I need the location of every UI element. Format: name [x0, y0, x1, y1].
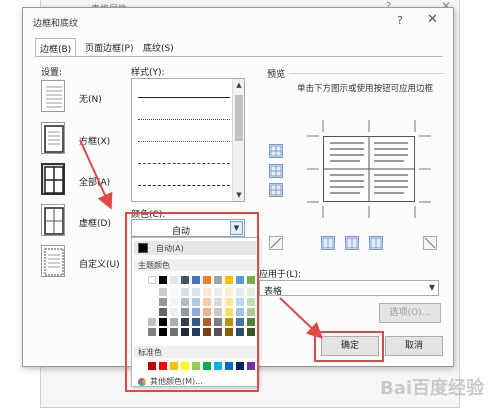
watermark-text: Bai百度经验: [380, 378, 485, 399]
annotation-arrows: [79, 139, 323, 339]
watermark: Bai百度经验: [380, 374, 484, 400]
